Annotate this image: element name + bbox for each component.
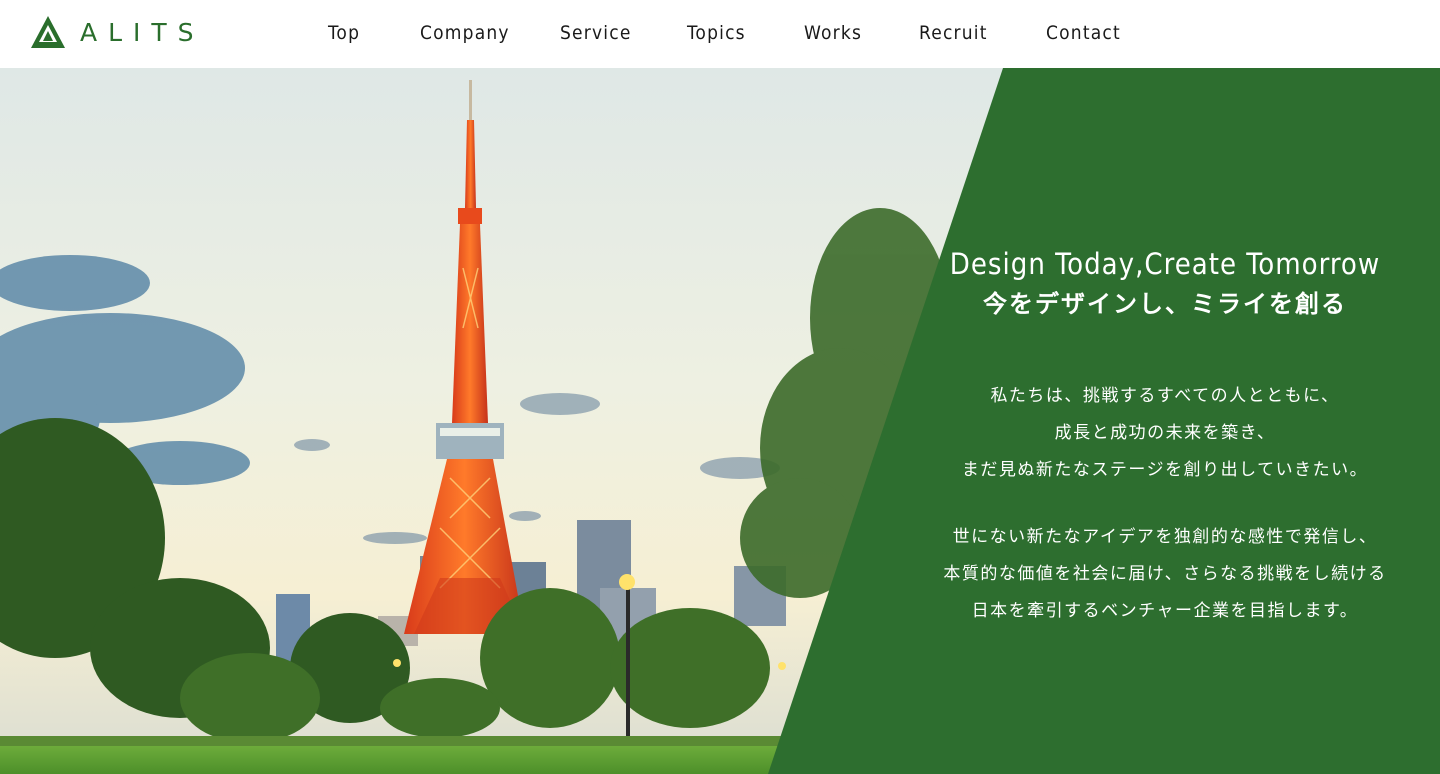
main-nav: Top Company Service Topics Works Recruit… <box>0 0 1440 68</box>
nav-service[interactable]: Service <box>560 20 632 46</box>
hero-paragraph-2: 世にない新たなアイデアを独創的な感性で発信し、 本質的な価値を社会に届け、さらな… <box>900 519 1430 630</box>
nav-topics[interactable]: Topics <box>687 20 746 46</box>
nav-recruit[interactable]: Recruit <box>919 20 988 46</box>
hero-paragraph-1: 私たちは、挑戦するすべての人とともに、 成長と成功の未来を築き、 まだ見ぬ新たな… <box>900 378 1430 489</box>
nav-company[interactable]: Company <box>420 20 510 46</box>
paragraph-line: 世にない新たなアイデアを独創的な感性で発信し、 <box>952 527 1378 547</box>
nav-contact[interactable]: Contact <box>1046 20 1121 46</box>
paragraph-line: まだ見ぬ新たなステージを創り出していきたい。 <box>961 460 1369 480</box>
hero-section: Design Today,Create Tomorrow 今をデザインし、ミライ… <box>0 68 1440 774</box>
hero-copy: Design Today,Create Tomorrow 今をデザインし、ミライ… <box>900 244 1430 630</box>
hero-title-en: Design Today,Create Tomorrow <box>949 247 1381 281</box>
paragraph-line: 本質的な価値を社会に届け、さらなる挑戦をし続ける <box>943 564 1387 584</box>
paragraph-line: 私たちは、挑戦するすべての人とともに、 <box>990 386 1340 406</box>
nav-top[interactable]: Top <box>328 20 360 46</box>
paragraph-line: 成長と成功の未来を築き、 <box>1054 423 1276 443</box>
site-header: ALITS Top Company Service Topics Works R… <box>0 0 1440 68</box>
hero-title-ja: 今をデザインし、ミライを創る <box>983 290 1347 318</box>
nav-works[interactable]: Works <box>804 20 862 46</box>
paragraph-line: 日本を牽引するベンチャー企業を目指します。 <box>971 601 1359 621</box>
